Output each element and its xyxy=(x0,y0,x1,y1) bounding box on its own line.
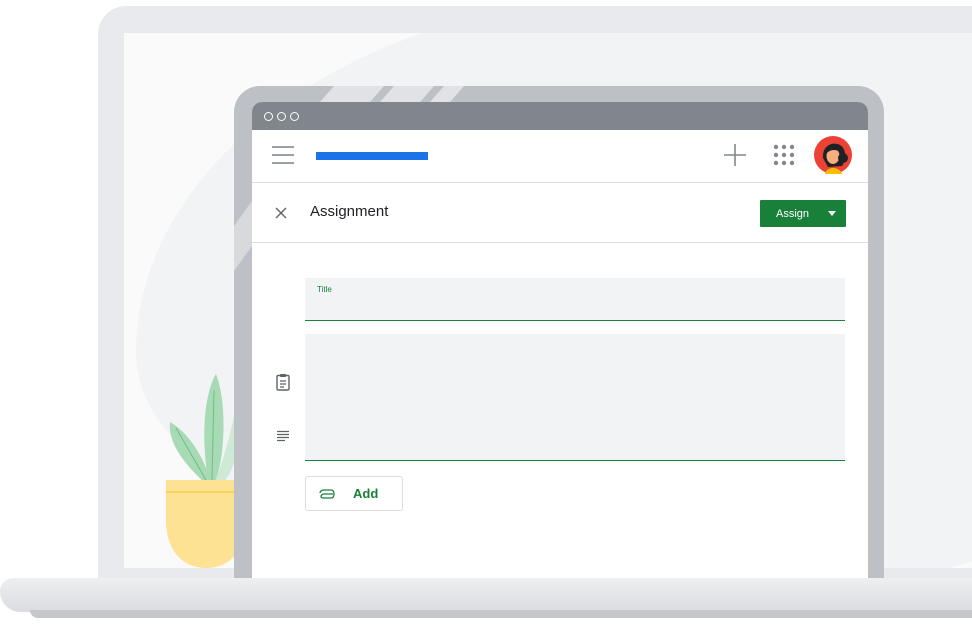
monitor-frame: Assignment Assign Title Add xyxy=(234,86,884,606)
title-field-label: Title xyxy=(317,285,332,294)
clipboard-icon xyxy=(276,374,290,391)
browser-window: Assignment Assign Title Add xyxy=(252,102,868,606)
app-title-placeholder xyxy=(316,152,428,160)
window-titlebar xyxy=(252,102,868,130)
add-attachment-button[interactable]: Add xyxy=(305,476,403,511)
assign-button-label: Assign xyxy=(776,207,810,220)
form-header: Assignment Assign xyxy=(252,183,868,243)
add-button-label: Add xyxy=(353,486,379,501)
assign-button[interactable]: Assign xyxy=(760,200,846,227)
plus-icon[interactable] xyxy=(722,142,748,168)
page-title: Assignment xyxy=(310,203,389,220)
paperclip-icon xyxy=(319,488,335,499)
user-avatar[interactable] xyxy=(814,136,852,174)
app-bar xyxy=(252,130,868,183)
title-field[interactable]: Title xyxy=(305,278,845,321)
window-control-dot[interactable] xyxy=(277,111,286,121)
description-field[interactable] xyxy=(305,334,845,461)
apps-grid-icon[interactable] xyxy=(772,143,796,167)
laptop-base-shadow xyxy=(30,610,972,618)
close-icon[interactable] xyxy=(274,206,288,220)
laptop-base xyxy=(0,578,972,612)
notes-icon xyxy=(277,430,289,442)
window-control-dot[interactable] xyxy=(290,111,299,121)
hamburger-menu-icon[interactable] xyxy=(272,146,294,166)
window-control-dot[interactable] xyxy=(264,111,273,121)
assign-dropdown-caret-icon[interactable] xyxy=(828,211,836,216)
